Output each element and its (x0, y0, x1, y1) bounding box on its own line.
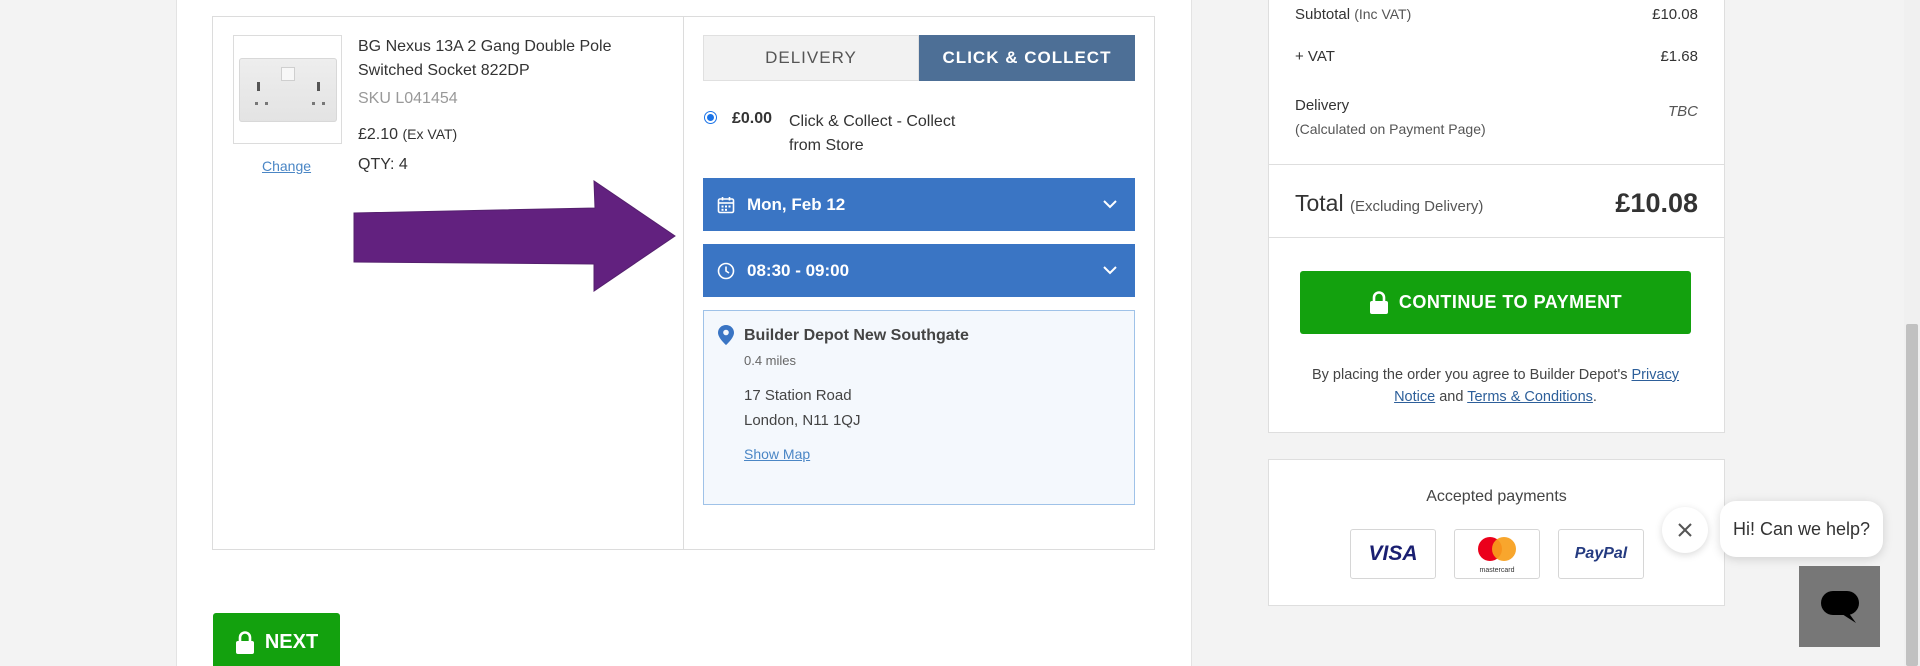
vat-row: + VAT £1.68 (1295, 48, 1698, 65)
product-price-note: (Ex VAT) (402, 126, 458, 142)
total-label-text: Total (1295, 190, 1344, 216)
total-note: (Excluding Delivery) (1349, 198, 1484, 215)
vat-value: £1.68 (1660, 48, 1698, 65)
delivery-value: TBC (1668, 103, 1698, 120)
scrollbar-thumb[interactable] (1906, 324, 1918, 666)
terms-conditions-link[interactable]: Terms & Conditions (1467, 389, 1593, 405)
subtotal-row: Subtotal (Inc VAT) £10.08 (1295, 6, 1698, 23)
product-thumbnail[interactable] (233, 35, 342, 144)
socket-plate-image (239, 58, 337, 122)
item-divider (683, 17, 684, 549)
visa-label: VISA (1368, 542, 1418, 565)
lock-icon (235, 631, 254, 654)
subtotal-label: Subtotal (1295, 6, 1351, 23)
collect-option-radio[interactable] (704, 111, 717, 124)
collection-date-select[interactable]: Mon, Feb 12 (703, 178, 1135, 231)
terms-notice: By placing the order you agree to Builde… (1290, 364, 1701, 408)
terms-prefix: By placing the order you agree to Builde… (1311, 367, 1628, 383)
mastercard-logo: mastercard (1454, 529, 1540, 579)
delivery-label: Delivery (1295, 97, 1350, 114)
continue-to-payment-label: CONTINUE TO PAYMENT (1398, 292, 1623, 312)
tab-click-collect[interactable]: CLICK & COLLECT (919, 35, 1135, 81)
delivery-note: (Calculated on Payment Page) (1295, 121, 1486, 137)
calendar-icon (717, 196, 735, 213)
terms-suffix: . (1592, 389, 1597, 405)
accepted-payments: Accepted payments VISA mastercard PayPal (1268, 459, 1725, 606)
paypal-logo: PayPal (1558, 529, 1644, 579)
summary-divider (1269, 237, 1724, 238)
collection-date-value: Mon, Feb 12 (747, 194, 846, 214)
tab-delivery[interactable]: DELIVERY (703, 35, 919, 81)
collection-time-select[interactable]: 08:30 - 09:00 (703, 244, 1135, 297)
change-link[interactable]: Change (262, 158, 311, 174)
store-address-line2: London, N11 1QJ (744, 412, 861, 429)
chat-greeting-bubble[interactable]: Hi! Can we help? (1720, 501, 1883, 557)
chat-launcher-button[interactable] (1799, 566, 1880, 647)
next-button[interactable]: NEXT (213, 613, 340, 666)
collect-option-label: Click & Collect - Collect from Store (789, 113, 956, 154)
visa-logo: VISA (1350, 529, 1436, 579)
total-label: Total (Excluding Delivery) (1295, 190, 1483, 217)
chevron-down-icon (1103, 266, 1117, 275)
show-map-link[interactable]: Show Map (744, 446, 810, 462)
continue-to-payment-button[interactable]: CONTINUE TO PAYMENT (1300, 271, 1691, 334)
chevron-down-icon (1103, 200, 1117, 209)
summary-divider (1269, 164, 1724, 165)
collection-time-value: 08:30 - 09:00 (747, 260, 850, 280)
chat-close-button[interactable] (1662, 507, 1708, 553)
product-name[interactable]: BG Nexus 13A 2 Gang Double Pole Switched… (358, 35, 648, 83)
subtotal-note: (Inc VAT) (1354, 6, 1412, 22)
vat-label: + VAT (1295, 48, 1335, 65)
terms-and: and (1439, 389, 1464, 405)
mastercard-icon: mastercard (1478, 537, 1516, 574)
location-pin-icon (718, 325, 734, 345)
chat-icon (1820, 590, 1859, 623)
accepted-payments-title: Accepted payments (1426, 488, 1567, 505)
collect-option-price: £0.00 (732, 110, 773, 127)
product-qty: QTY: 4 (358, 156, 408, 173)
clock-icon (717, 262, 735, 279)
arrow-annotation-icon (353, 180, 676, 292)
delivery-row: Delivery (Calculated on Payment Page) TB… (1295, 97, 1698, 138)
store-address-line1: 17 Station Road (744, 387, 852, 404)
store-card: Builder Depot New Southgate 0.4 miles 17… (703, 310, 1135, 505)
paypal-label: PayPal (1574, 545, 1628, 562)
total-value: £10.08 (1615, 188, 1698, 218)
store-distance: 0.4 miles (744, 353, 797, 368)
subtotal-value: £10.08 (1652, 6, 1698, 23)
lock-icon (1369, 290, 1388, 314)
close-icon (1678, 523, 1692, 537)
product-price-value: £2.10 (358, 126, 399, 143)
next-button-label: NEXT (264, 631, 319, 653)
product-sku: SKU L041454 (358, 90, 458, 107)
store-name: Builder Depot New Southgate (744, 327, 969, 344)
mastercard-label: mastercard (1479, 567, 1514, 574)
product-price: £2.10 (Ex VAT) (358, 126, 457, 144)
